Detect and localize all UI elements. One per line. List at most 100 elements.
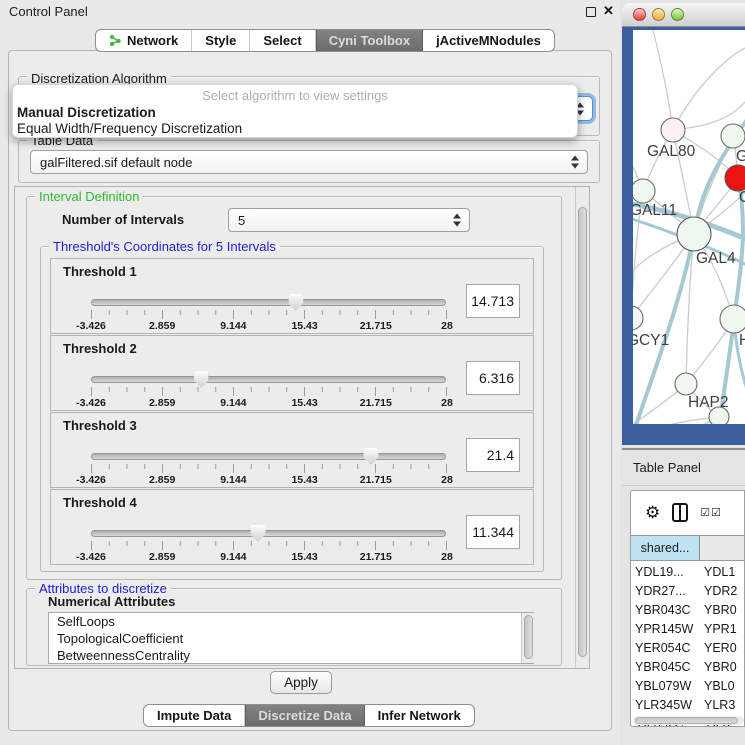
node[interactable]: [633, 179, 655, 203]
cell: YBL079W: [631, 676, 700, 695]
threshold-value-field[interactable]: 11.344: [466, 515, 520, 549]
major-ticks: [91, 387, 447, 396]
slider-thumb[interactable]: [288, 294, 303, 311]
control-panel-window: Control Panel ✕ Network Style Select Cyn…: [0, 0, 620, 745]
tick-label: 28: [441, 551, 453, 563]
tab-discretize-data[interactable]: Discretize Data: [245, 705, 364, 726]
threshold-value-field[interactable]: 14.713: [466, 284, 520, 318]
table-row[interactable]: YBR043C YBR0: [631, 600, 745, 619]
node[interactable]: [661, 118, 685, 142]
cell: YER054C: [631, 638, 700, 657]
popup-option-equal-width-frequency[interactable]: Equal Width/Frequency Discretization: [17, 121, 242, 136]
node[interactable]: [675, 373, 697, 395]
cell: YDR27...: [631, 581, 700, 600]
table-row[interactable]: YPR145W YPR1: [631, 619, 745, 638]
minimize-traffic-light-icon[interactable]: [652, 8, 665, 21]
float-window-icon[interactable]: [586, 7, 596, 17]
slider-thumb[interactable]: [363, 448, 378, 465]
scrollbar-thumb[interactable]: [524, 615, 533, 659]
tab-cyni-toolbox[interactable]: Cyni Toolbox: [316, 30, 423, 51]
network-canvas[interactable]: GAL80 GA C GAL11 GAL4 GCY1 H HAP2: [633, 30, 745, 424]
node[interactable]: [677, 217, 711, 251]
attributes-list-scrollbar[interactable]: [521, 613, 534, 663]
cell: YDL1: [700, 562, 745, 581]
apply-button[interactable]: Apply: [270, 671, 332, 694]
horizontal-scrollbar[interactable]: [633, 716, 744, 725]
tab-select[interactable]: Select: [250, 30, 315, 51]
cell: YBR043C: [631, 600, 700, 619]
table-data-combo[interactable]: galFiltered.sif default node: [30, 150, 588, 174]
tick-label: 21.715: [360, 397, 392, 409]
screen: Control Panel ✕ Network Style Select Cyn…: [0, 0, 745, 745]
network-window-titlebar[interactable]: [622, 3, 745, 27]
tick-label: 2.859: [149, 320, 175, 332]
tab-impute-data[interactable]: Impute Data: [144, 705, 245, 726]
gear-icon[interactable]: ⚙: [645, 504, 660, 521]
tab-infer-network[interactable]: Infer Network: [365, 705, 474, 726]
popup-option-manual-discretization[interactable]: Manual Discretization: [17, 105, 156, 120]
column-header-shared[interactable]: shared...: [631, 536, 700, 560]
node-label: GAL80: [647, 143, 696, 160]
tab-style[interactable]: Style: [192, 30, 250, 51]
tab-jactivemnodules[interactable]: jActiveMNodules: [423, 30, 554, 51]
table-row[interactable]: YDL19... YDL1: [631, 562, 745, 581]
list-item[interactable]: TopologicalCoefficient: [49, 630, 533, 647]
tick-label: 15.43: [291, 397, 317, 409]
cell: YDL19...: [631, 562, 700, 581]
table-row[interactable]: YBL079W YBL0: [631, 676, 745, 695]
threshold-1-panel: Threshold 1 -3.426 2.859 9.144 15.43 21.…: [50, 258, 534, 334]
cell: YLR3: [700, 695, 745, 714]
num-intervals-label: Number of Intervals: [62, 212, 184, 227]
slider-track[interactable]: [91, 530, 446, 537]
close-traffic-light-icon[interactable]: [633, 8, 646, 21]
table-row[interactable]: YER054C YER0: [631, 638, 745, 657]
network-icon: [109, 34, 122, 47]
combo-stepper-icon: [571, 156, 580, 169]
slider-thumb[interactable]: [250, 525, 265, 542]
cell: YBR045C: [631, 657, 700, 676]
split-columns-icon[interactable]: [672, 503, 688, 522]
slider-tick-labels: -3.426 2.859 9.144 15.43 21.715 28: [91, 320, 447, 332]
interval-definition-title: Interval Definition: [35, 189, 143, 204]
slider-thumb[interactable]: [194, 371, 209, 388]
network-view-window[interactable]: GAL80 GA C GAL11 GAL4 GCY1 H HAP2: [622, 3, 745, 445]
scrollbar-thumb[interactable]: [578, 207, 587, 657]
table-row[interactable]: YLR345W YLR3: [631, 695, 745, 714]
num-intervals-combo[interactable]: 5: [228, 208, 470, 232]
tick-label: -3.426: [76, 474, 106, 486]
node[interactable]: [633, 306, 643, 330]
tab-network[interactable]: Network: [96, 30, 192, 51]
close-icon[interactable]: ✕: [603, 3, 614, 19]
list-item[interactable]: BetweennessCentrality: [49, 647, 533, 664]
vertical-scrollbar[interactable]: [575, 187, 589, 668]
cell: YBL0: [700, 676, 745, 695]
node[interactable]: [720, 305, 745, 333]
cell: YLR345W: [631, 695, 700, 714]
list-item[interactable]: SelfLoops: [49, 613, 533, 630]
threshold-value-field[interactable]: 21.4: [466, 438, 520, 472]
tick-label: 9.144: [220, 474, 246, 486]
checkbox-icons[interactable]: ☑☑: [700, 506, 722, 519]
threshold-value-field[interactable]: 6.316: [466, 361, 520, 395]
tick-label: 2.859: [149, 551, 175, 563]
table-row[interactable]: YDR27... YDR2: [631, 581, 745, 600]
popup-placeholder-option[interactable]: Select algorithm to view settings: [13, 88, 577, 103]
column-header-name[interactable]: na: [700, 536, 745, 560]
scrollbar-thumb[interactable]: [635, 717, 738, 724]
window-title: Control Panel: [9, 4, 88, 19]
threshold-label: Threshold 4: [63, 495, 137, 510]
slider-track[interactable]: [91, 453, 446, 460]
tab-label: Style: [205, 33, 236, 48]
slider-track[interactable]: [91, 299, 446, 306]
network-nodes[interactable]: [633, 118, 745, 424]
table-panel-header: Table Panel: [622, 450, 745, 486]
tick-label: -3.426: [76, 551, 106, 563]
slider-track[interactable]: [91, 376, 446, 383]
node[interactable]: [721, 124, 745, 148]
node-label: GAL4: [696, 250, 736, 267]
selected-node[interactable]: [725, 165, 745, 191]
table-row[interactable]: YBR045C YBR0: [631, 657, 745, 676]
threshold-label: Threshold 3: [63, 418, 137, 433]
slider-tick-labels: -3.426 2.859 9.144 15.43 21.715 28: [91, 474, 447, 486]
zoom-traffic-light-icon[interactable]: [671, 8, 684, 21]
